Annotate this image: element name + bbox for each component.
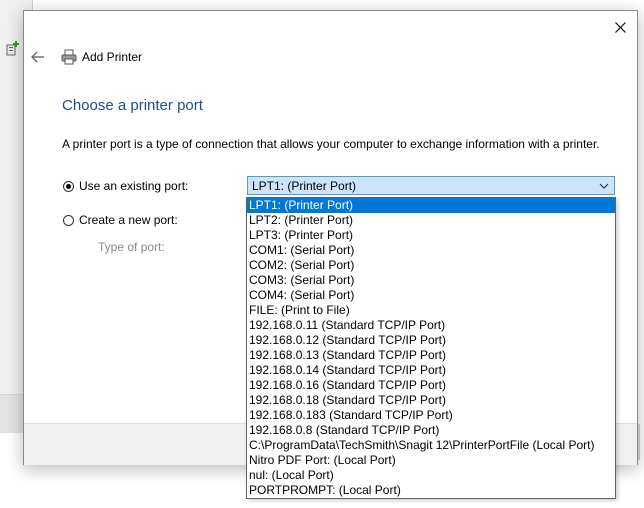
printer-icon bbox=[61, 49, 77, 65]
port-option[interactable]: 192.168.0.18 (Standard TCP/IP Port) bbox=[247, 393, 615, 408]
type-of-port-label: Type of port: bbox=[98, 240, 165, 254]
selected-port-value: LPT1: (Printer Port) bbox=[252, 179, 357, 193]
port-option[interactable]: LPT3: (Printer Port) bbox=[247, 228, 615, 243]
port-option[interactable]: 192.168.0.11 (Standard TCP/IP Port) bbox=[247, 318, 615, 333]
port-option[interactable]: C:\ProgramData\TechSmith\Snagit 12\Print… bbox=[247, 438, 615, 453]
back-button[interactable] bbox=[30, 49, 50, 65]
port-option[interactable]: 192.168.0.12 (Standard TCP/IP Port) bbox=[247, 333, 615, 348]
port-option[interactable]: 192.168.0.16 (Standard TCP/IP Port) bbox=[247, 378, 615, 393]
close-icon bbox=[614, 21, 626, 33]
create-new-port-option[interactable]: Create a new port: bbox=[63, 213, 178, 227]
back-arrow-icon bbox=[31, 51, 44, 63]
existing-port-radio[interactable] bbox=[63, 180, 74, 192]
close-button[interactable] bbox=[609, 16, 631, 38]
port-option[interactable]: COM1: (Serial Port) bbox=[247, 243, 615, 258]
printer-add-icon bbox=[6, 41, 19, 56]
port-option[interactable]: 192.168.0.8 (Standard TCP/IP Port) bbox=[247, 423, 615, 438]
port-option[interactable]: 192.168.0.183 (Standard TCP/IP Port) bbox=[247, 408, 615, 423]
new-port-radio[interactable] bbox=[63, 214, 74, 226]
use-existing-port-option[interactable]: Use an existing port: bbox=[63, 179, 188, 193]
port-option[interactable]: 192.168.0.13 (Standard TCP/IP Port) bbox=[247, 348, 615, 363]
port-option[interactable]: nul: (Local Port) bbox=[247, 468, 615, 483]
port-option[interactable]: COM4: (Serial Port) bbox=[247, 288, 615, 303]
new-port-label: Create a new port: bbox=[79, 213, 178, 227]
port-option[interactable]: 192.168.0.14 (Standard TCP/IP Port) bbox=[247, 363, 615, 378]
page-heading: Choose a printer port bbox=[62, 97, 203, 114]
port-option[interactable]: PORTPROMPT: (Local Port) bbox=[247, 483, 615, 498]
port-option[interactable]: LPT1: (Printer Port) bbox=[247, 198, 615, 213]
existing-port-select[interactable]: LPT1: (Printer Port) bbox=[247, 176, 615, 195]
port-option[interactable]: COM3: (Serial Port) bbox=[247, 273, 615, 288]
port-option[interactable]: LPT2: (Printer Port) bbox=[247, 213, 615, 228]
port-dropdown-list: LPT1: (Printer Port) LPT2: (Printer Port)… bbox=[246, 197, 616, 499]
existing-port-label: Use an existing port: bbox=[79, 179, 189, 193]
port-option[interactable]: FILE: (Print to File) bbox=[247, 303, 615, 318]
page-description: A printer port is a type of connection t… bbox=[62, 137, 600, 151]
port-option[interactable]: Nitro PDF Port: (Local Port) bbox=[247, 453, 615, 468]
chevron-down-icon bbox=[599, 183, 609, 189]
port-option[interactable]: COM2: (Serial Port) bbox=[247, 258, 615, 273]
window-title: Add Printer bbox=[82, 50, 143, 64]
